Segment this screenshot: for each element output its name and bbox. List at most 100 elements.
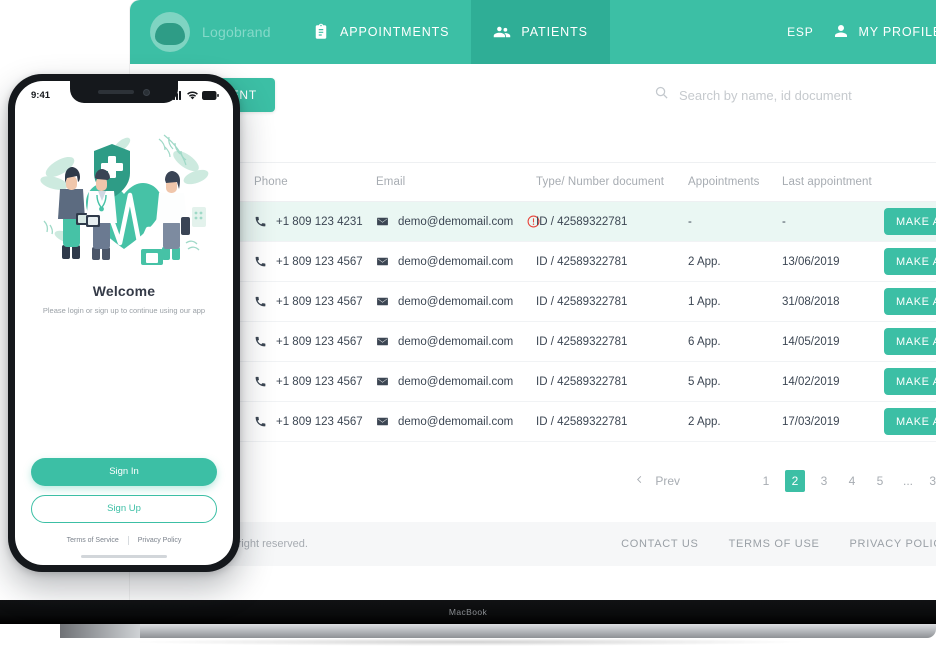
column-header-appointments[interactable]: Appointments [688, 163, 782, 202]
table-body: Sara Gomez+1 809 123 4231demo@demomail.c… [130, 201, 936, 442]
cell-phone: +1 809 123 4567 [254, 321, 376, 362]
make-appointment-button[interactable]: MAKE APPOINTMENT [884, 368, 936, 395]
pagination-page-...: ... [902, 474, 913, 488]
brand-name: Logobrand [202, 24, 271, 40]
signal-icon [170, 90, 183, 100]
pagination-page-3[interactable]: 3 [815, 470, 833, 492]
column-header-phone[interactable]: Phone [254, 163, 376, 202]
search-box[interactable] [640, 75, 936, 115]
terms-of-service-link[interactable]: Terms of Service [67, 537, 119, 544]
email-icon [376, 415, 389, 428]
phone-icon [254, 335, 267, 348]
phone-screen: 9:41 Welcome Please login or sign up to … [15, 81, 233, 565]
footer-link-terms-of-use[interactable]: TERMS OF USE [729, 538, 820, 550]
clipboard-icon [312, 23, 330, 41]
cell-last-appointment: 14/02/2019 [782, 361, 884, 402]
pagination-pages: 12345... 30 [752, 470, 936, 492]
sign-in-button[interactable]: Sign In [31, 457, 217, 486]
cell-last-appointment: 14/05/2019 [782, 321, 884, 362]
cell-document: ID / 42589322781 [536, 401, 688, 442]
cell-last-appointment: - [782, 201, 884, 242]
cell-action: MAKE APPOINTMENT [884, 401, 936, 442]
privacy-policy-link[interactable]: Privacy Policy [138, 537, 182, 544]
email-icon [376, 295, 389, 308]
laptop-shadow [130, 638, 810, 646]
my-profile-button[interactable]: MY PROFILE [832, 22, 936, 43]
cell-appointments: 6 App. [688, 321, 782, 362]
person-icon [832, 22, 850, 43]
cell-action: MAKE APPOINTMENT [884, 241, 936, 282]
phone-icon [254, 295, 267, 308]
cell-action: MAKE APPOINTMENT [884, 321, 936, 362]
cell-document: ID / 42589322781 [536, 201, 688, 242]
table-row[interactable]: Luis Ramos+1 809 123 4567demo@demomail.c… [130, 321, 936, 362]
phone-legal-links: Terms of Service Privacy Policy [67, 535, 182, 545]
table-row[interactable]: Ana Torres+1 809 123 4567demo@demomail.c… [130, 361, 936, 402]
search-input[interactable] [679, 87, 936, 103]
cell-appointments: 1 App. [688, 281, 782, 322]
cell-phone: +1 809 123 4567 [254, 401, 376, 442]
cell-email: demo@demomail.com [376, 281, 536, 322]
laptop-screen: Logobrand APPOINTMENTS PATIENTS ESP MY P… [130, 0, 936, 602]
table-row[interactable]: Sara Gomez+1 809 123 4231demo@demomail.c… [130, 201, 936, 242]
phone-mockup: 9:41 Welcome Please login or sign up to … [8, 74, 240, 572]
table-row[interactable]: Juan Perez+1 809 123 4567demo@demomail.c… [130, 241, 936, 282]
pagination-prev-label: Prev [655, 474, 680, 488]
cell-email-value: demo@demomail.com [398, 415, 514, 428]
pagination-prev-button[interactable]: Prev [634, 474, 680, 488]
footer-link-contact-us[interactable]: CONTACT US [621, 538, 699, 550]
cell-email-value: demo@demomail.com [398, 215, 514, 228]
battery-icon [202, 90, 219, 100]
cell-phone-value: +1 809 123 4231 [276, 215, 363, 228]
sign-up-button[interactable]: Sign Up [31, 494, 217, 523]
footer-link-privacy-policy[interactable]: PRIVACY POLICY [850, 538, 936, 550]
cell-action: MAKE APPOINTMENT [884, 201, 936, 242]
pagination-page-2[interactable]: 2 [785, 470, 805, 492]
make-appointment-button[interactable]: MAKE APPOINTMENT [884, 248, 936, 275]
make-appointment-button[interactable]: MAKE APPOINTMENT [884, 408, 936, 435]
patients-panel: ALL PATIENTS Name Phone Email Type/ Numb… [130, 126, 936, 522]
cell-email: demo@demomail.com [376, 321, 536, 362]
brand[interactable]: Logobrand [130, 0, 290, 64]
header-actions: ESP MY PROFILE [787, 0, 936, 64]
column-header-action [884, 163, 936, 202]
cell-email-value: demo@demomail.com [398, 295, 514, 308]
pagination-page-1[interactable]: 1 [757, 470, 775, 492]
people-icon [493, 23, 511, 41]
cell-email: demo@demomail.com [376, 241, 536, 282]
search-icon [654, 85, 669, 105]
pagination-page-30[interactable]: 30 [927, 470, 936, 492]
cell-last-appointment: 13/06/2019 [782, 241, 884, 282]
cell-appointments: 2 App. [688, 401, 782, 442]
table-row[interactable]: Pedro Cruz+1 809 123 4567demo@demomail.c… [130, 401, 936, 442]
column-header-last-appointment[interactable]: Last appointment [782, 163, 884, 202]
column-header-email[interactable]: Email [376, 163, 536, 202]
cell-phone: +1 809 123 4231 [254, 201, 376, 242]
phone-icon [254, 255, 267, 268]
legal-separator [127, 535, 129, 545]
nav-item-patients[interactable]: PATIENTS [471, 0, 610, 64]
table-row[interactable]: Maria Colon+1 809 123 4567demo@demomail.… [130, 281, 936, 322]
make-appointment-button[interactable]: MAKE APPOINTMENT [884, 328, 936, 355]
make-appointment-button[interactable]: MAKE APPOINTMENT [884, 288, 936, 315]
nav-item-appointments-label: APPOINTMENTS [340, 25, 450, 39]
nav-item-appointments[interactable]: APPOINTMENTS [290, 0, 471, 64]
cell-email-value: demo@demomail.com [398, 335, 514, 348]
cell-action: MAKE APPOINTMENT [884, 281, 936, 322]
pagination-page-5[interactable]: 5 [871, 470, 889, 492]
pagination-page-4[interactable]: 4 [843, 470, 861, 492]
phone-icon [254, 375, 267, 388]
phone-body: Welcome Please login or sign up to conti… [15, 107, 233, 555]
column-header-document[interactable]: Type/ Number document [536, 163, 688, 202]
my-profile-label: MY PROFILE [858, 25, 936, 39]
cell-phone-value: +1 809 123 4567 [276, 415, 363, 428]
cell-email-value: demo@demomail.com [398, 255, 514, 268]
laptop-base: MacBook [0, 600, 936, 624]
phone-status-bar: 9:41 [15, 81, 233, 107]
cell-phone-value: +1 809 123 4567 [276, 335, 363, 348]
email-icon [376, 255, 389, 268]
language-switch[interactable]: ESP [787, 25, 813, 39]
make-appointment-button[interactable]: MAKE APPOINTMENT [884, 208, 936, 235]
medical-team-illustration [40, 134, 209, 265]
cell-document: ID / 42589322781 [536, 321, 688, 362]
